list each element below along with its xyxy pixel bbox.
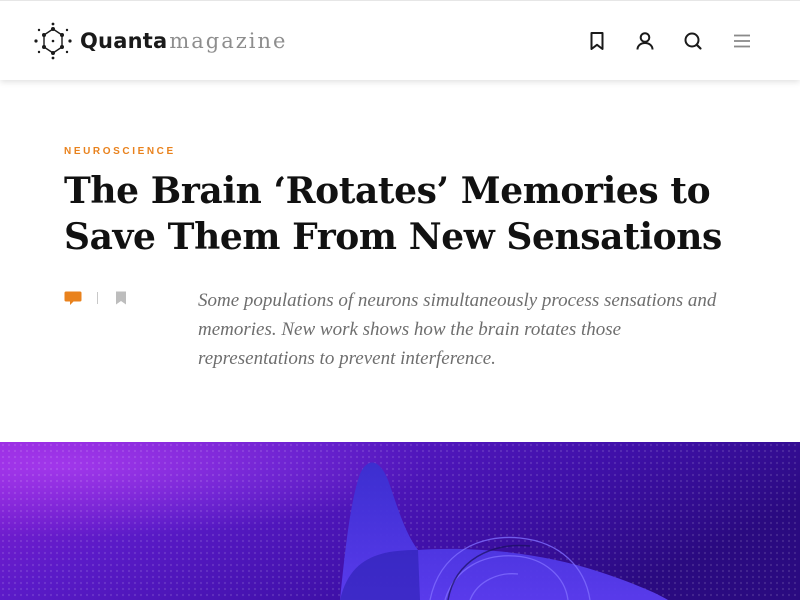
hero-image — [0, 442, 800, 600]
user-icon[interactable] — [633, 29, 657, 53]
site-logo[interactable]: Quanta magazine — [32, 21, 287, 61]
logo-wordmark-quanta: Quanta — [80, 29, 168, 53]
tools-divider — [97, 292, 98, 304]
bookmark-icon[interactable] — [114, 291, 128, 305]
bookmark-icon[interactable] — [585, 29, 609, 53]
site-header: Quanta magazine — [0, 0, 800, 80]
molecule-logo-icon — [34, 22, 72, 60]
logo-wordmark-magazine: magazine — [169, 29, 288, 53]
article-category[interactable]: NEUROSCIENCE — [64, 146, 176, 157]
article-title: The Brain ‘Rotates’ Memories to Save The… — [64, 170, 722, 258]
article-tools — [64, 288, 128, 308]
menu-icon[interactable] — [730, 29, 754, 53]
search-icon[interactable] — [681, 29, 705, 53]
article-dek: Some populations of neurons simultaneous… — [198, 290, 717, 369]
comment-icon[interactable] — [64, 290, 82, 306]
